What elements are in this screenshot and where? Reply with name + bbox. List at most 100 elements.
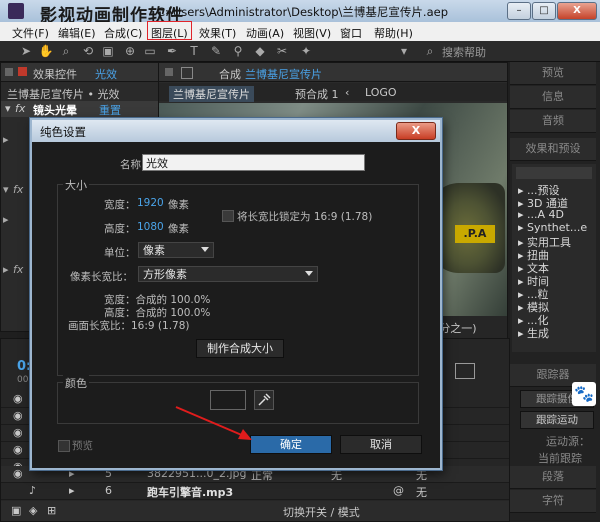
audio-speaker-icon[interactable]: ♪ (29, 484, 36, 497)
visibility-eye-icon[interactable]: ◉ (13, 392, 23, 405)
close-button[interactable]: X (557, 2, 597, 20)
menu-composition[interactable]: 合成(C) (104, 25, 142, 41)
timeline-footer-icon[interactable]: ◈ (29, 504, 37, 517)
tab-effect-controls[interactable]: 效果控件 (33, 66, 77, 82)
selection-tool-icon[interactable]: ➤ (18, 43, 34, 59)
panel-menu-icon[interactable] (5, 68, 13, 76)
maximize-button[interactable]: □ (532, 2, 556, 20)
effects-search-input[interactable] (516, 167, 592, 179)
expand-arrow-icon[interactable]: ▾ (3, 183, 9, 196)
effects-category-generate[interactable]: ▸ 生成 (518, 325, 549, 341)
expand-arrow-icon[interactable]: ▸ (3, 263, 9, 276)
fx-reset-link[interactable]: 重置 (99, 102, 121, 118)
menu-help[interactable]: 帮助(H) (374, 25, 413, 41)
tab-character[interactable]: 字符 (510, 490, 596, 513)
pen-tool-icon[interactable]: ✒ (164, 43, 180, 59)
color-swatch[interactable] (210, 390, 246, 410)
solid-settings-dialog: 纯色设置 X 名称： 光效 大小 宽度： 1920 像素 将长宽比锁定为 16:… (30, 118, 442, 470)
tab-audio[interactable]: 音频 (510, 110, 596, 133)
track-motion-button[interactable]: 跟踪运动 (520, 411, 594, 429)
chevron-down-icon (305, 271, 313, 276)
search-help-label[interactable]: 搜索帮助 (442, 44, 486, 60)
workspace-dropdown-icon[interactable]: ▾ (396, 43, 412, 59)
effects-category-synthetic[interactable]: ▸ Synthet...e (518, 221, 587, 234)
ok-button[interactable]: 确定 (250, 435, 332, 454)
size-group-label: 大小 (63, 177, 89, 193)
zoom-tool-icon[interactable]: ⌕ (58, 43, 74, 59)
menu-view[interactable]: 视图(V) (293, 25, 331, 41)
effects-category-c4d[interactable]: ▸ ...A 4D (518, 208, 564, 221)
width-value[interactable]: 1920 (137, 197, 164, 209)
tab-paragraph[interactable]: 段落 (510, 466, 596, 489)
make-comp-size-button[interactable]: 制作合成大小 (196, 339, 284, 358)
timeline-footer: ▣ ◈ ⊞ 切换开关 / 模式 (1, 501, 509, 521)
unit-dropdown-value: 像素 (143, 244, 165, 257)
puppet-tool-icon[interactable]: ✦ (298, 43, 314, 59)
paw-icon[interactable]: 🐾 (572, 382, 596, 406)
hand-tool-icon[interactable]: ✋ (38, 43, 54, 59)
layer-name[interactable]: 跑车引擎音.mp3 (147, 484, 233, 500)
menu-edit[interactable]: 编辑(E) (58, 25, 96, 41)
layer-color-icon (18, 67, 27, 76)
expand-arrow-icon[interactable]: ▸ (3, 213, 9, 226)
tab-effects-presets[interactable]: 效果和预设 (510, 138, 596, 161)
fx-row[interactable]: ▾ fx 镜头光晕 重置 (1, 101, 158, 117)
tab-effect-layer[interactable]: 光效 (95, 66, 117, 82)
visibility-eye-icon[interactable]: ◉ (13, 426, 23, 439)
info-aspect: 画面长宽比：16:9 (1.78) (68, 320, 190, 332)
brush-tool-icon[interactable]: ✎ (208, 43, 224, 59)
preview-checkbox[interactable] (58, 440, 70, 452)
flow-current-comp[interactable]: 兰博基尼宣传片 (169, 86, 254, 102)
menu-window[interactable]: 窗口 (340, 25, 362, 41)
height-value[interactable]: 1080 (137, 221, 164, 233)
visibility-eye-icon[interactable]: ◉ (13, 467, 23, 480)
motion-source-label: 运动源： (546, 435, 590, 448)
timeline-footer-icon[interactable]: ▣ (11, 504, 21, 517)
expand-arrow-icon[interactable]: ▸ (3, 133, 9, 146)
eraser-tool-icon[interactable]: ◆ (252, 43, 268, 59)
lock-icon[interactable] (181, 67, 193, 79)
flow-separator-icon: ‹ (345, 86, 350, 99)
tab-preview[interactable]: 预览 (510, 62, 596, 85)
pixel-aspect-dropdown[interactable]: 方形像素 (138, 266, 318, 282)
effects-presets-list: ▸ ...预设 ▸ 3D 通道 ▸ ...A 4D ▸ Synthet...e … (512, 164, 596, 352)
timeline-row[interactable]: ♪ ▸ 6 跑车引擎音.mp3 @ 无 (1, 483, 509, 500)
toggle-switches-modes[interactable]: 切换开关 / 模式 (283, 504, 360, 520)
flow-precomp[interactable]: 预合成 1 (295, 86, 339, 102)
visibility-eye-icon[interactable]: ◉ (13, 443, 23, 456)
menu-file[interactable]: 文件(F) (12, 25, 49, 41)
tab-composition[interactable]: 合成 (219, 66, 241, 82)
dialog-close-button[interactable]: X (396, 122, 436, 140)
search-icon[interactable]: ⌕ (422, 43, 438, 59)
layer-menu-highlight (147, 21, 192, 40)
menu-animation[interactable]: 动画(A) (246, 25, 284, 41)
unit-dropdown[interactable]: 像素 (138, 242, 214, 258)
eyedropper-icon[interactable] (254, 390, 274, 410)
expand-arrow-icon[interactable]: ▾ (5, 102, 11, 115)
lock-aspect-checkbox[interactable] (222, 210, 234, 222)
flow-logo[interactable]: LOGO (365, 86, 397, 99)
text-tool-icon[interactable]: T (186, 43, 202, 59)
menu-bar: 文件(F) 编辑(E) 合成(C) 图层(L) 效果(T) 动画(A) 视图(V… (0, 22, 600, 42)
graph-editor-icon[interactable] (455, 363, 475, 379)
pan-behind-tool-icon[interactable]: ⊕ (122, 43, 138, 59)
name-input[interactable]: 光效 (142, 154, 365, 171)
panel-menu-icon[interactable] (165, 68, 173, 76)
minimize-button[interactable]: – (507, 2, 531, 20)
visibility-eye-icon[interactable]: ◉ (13, 409, 23, 422)
dialog-title: 纯色设置 (40, 125, 86, 139)
clone-stamp-tool-icon[interactable]: ⚲ (230, 43, 246, 59)
rectangle-tool-icon[interactable]: ▭ (142, 43, 158, 59)
layer-parent[interactable]: 无 (416, 484, 427, 500)
current-track-label: 当前跟踪 (538, 452, 582, 465)
layer-expand-icon[interactable]: ▸ (69, 484, 75, 497)
roto-brush-tool-icon[interactable]: ✂ (274, 43, 290, 59)
tab-info[interactable]: 信息 (510, 86, 596, 109)
menu-effect[interactable]: 效果(T) (199, 25, 236, 41)
cancel-button[interactable]: 取消 (340, 435, 422, 454)
layer-link-icon[interactable]: @ (393, 484, 404, 497)
tab-composition-name[interactable]: 兰博基尼宣传片 (245, 66, 322, 82)
rotate-tool-icon[interactable]: ⟲ (80, 43, 96, 59)
timeline-footer-icon[interactable]: ⊞ (47, 504, 56, 517)
camera-tool-icon[interactable]: ▣ (100, 43, 116, 59)
